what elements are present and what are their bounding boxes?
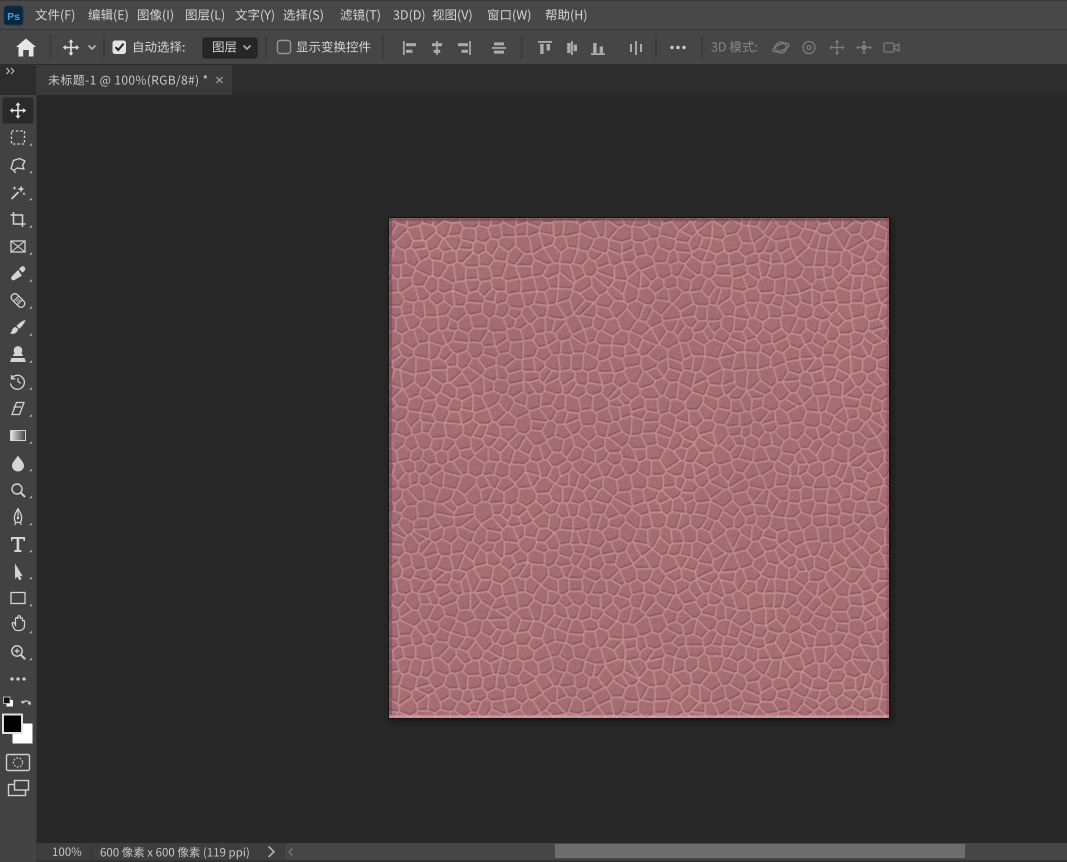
- svg-text:Ps: Ps: [7, 11, 20, 23]
